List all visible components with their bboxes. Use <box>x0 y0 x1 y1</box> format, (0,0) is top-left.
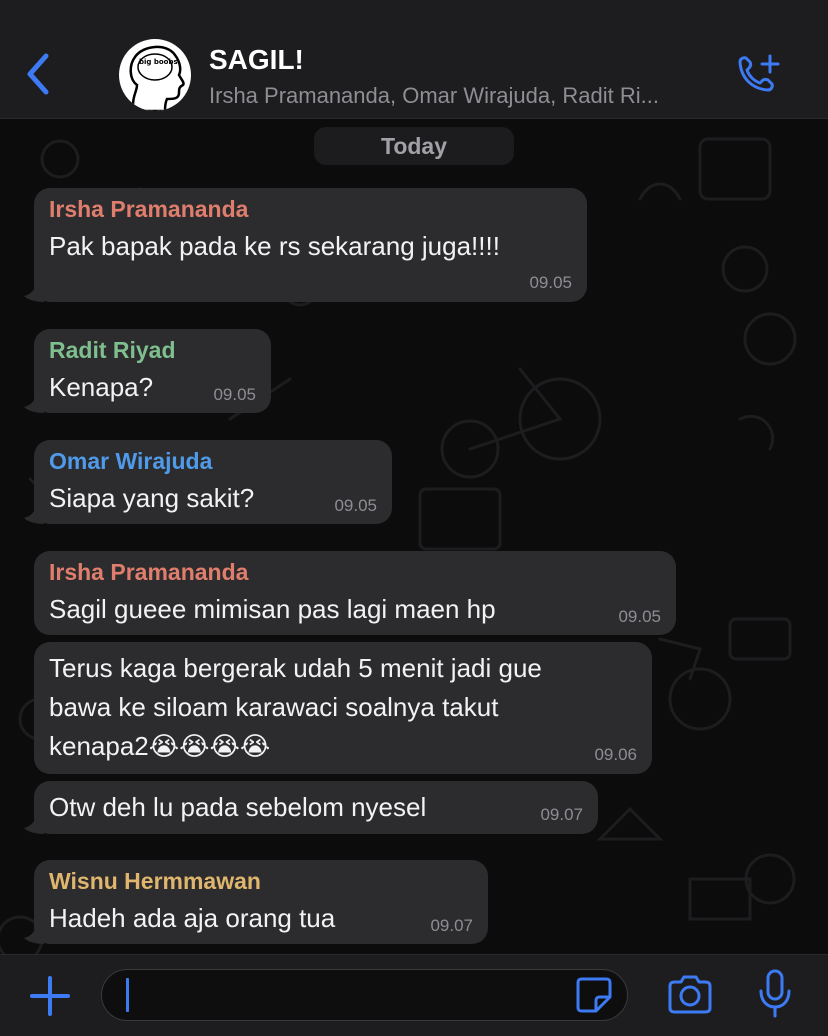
message-text: kenapa2😭😭😭😭 <box>49 731 271 761</box>
camera-icon[interactable] <box>666 974 714 1016</box>
microphone-icon[interactable] <box>757 969 793 1019</box>
message-sender: Irsha Pramananda <box>49 559 249 585</box>
message-text: bawa ke siloam karawaci soalnya takut <box>49 692 499 722</box>
message-sender: Wisnu Hermmawan <box>49 868 261 894</box>
message-text: Kenapa? <box>49 372 154 402</box>
head-silhouette-icon <box>129 45 185 111</box>
text-caret <box>126 978 129 1012</box>
sticker-icon[interactable] <box>574 975 614 1015</box>
message-bubble[interactable]: Wisnu Hermmawan Hadeh ada aja orang tua … <box>34 860 488 944</box>
message-bubble[interactable]: Omar Wirajuda Siapa yang sakit? 09.05 <box>34 440 392 524</box>
group-avatar[interactable]: big boobs <box>119 39 191 111</box>
message-text: Sagil gueee mimisan pas lagi maen hp <box>49 594 496 624</box>
bubble-tail <box>24 924 44 944</box>
message-bubble[interactable]: Terus kaga bergerak udah 5 menit jadi gu… <box>34 642 652 774</box>
message-text: Otw deh lu pada sebelom nyesel <box>49 792 427 822</box>
back-chevron-icon[interactable] <box>22 52 54 96</box>
message-time: 09.05 <box>529 273 572 292</box>
message-time: 09.07 <box>430 916 473 935</box>
date-divider: Today <box>314 127 514 165</box>
add-call-icon[interactable] <box>734 52 782 96</box>
message-time: 09.05 <box>618 607 661 626</box>
message-time: 09.07 <box>540 805 583 824</box>
message-text: Pak bapak pada ke rs sekarang juga!!!! <box>49 231 500 261</box>
message-time: 09.06 <box>594 745 637 764</box>
message-input[interactable] <box>101 969 628 1021</box>
message-time: 09.05 <box>334 496 377 515</box>
bubble-tail <box>24 814 44 834</box>
message-time: 09.05 <box>213 385 256 404</box>
message-bubble[interactable]: Otw deh lu pada sebelom nyesel 09.07 <box>34 781 598 834</box>
bubble-tail <box>24 393 44 413</box>
bubble-tail <box>24 504 44 524</box>
avatar-caption: big boobs <box>139 58 178 66</box>
message-sender: Irsha Pramananda <box>49 196 249 222</box>
plus-icon[interactable] <box>28 974 72 1018</box>
message-sender: Omar Wirajuda <box>49 448 213 474</box>
group-members[interactable]: Irsha Pramananda, Omar Wirajuda, Radit R… <box>209 83 719 109</box>
bubble-tail <box>24 282 44 302</box>
message-sender: Radit Riyad <box>49 337 176 363</box>
message-bubble[interactable]: Irsha Pramananda Pak bapak pada ke rs se… <box>34 188 587 302</box>
message-text: Siapa yang sakit? <box>49 483 255 513</box>
message-bubble[interactable]: Irsha Pramananda Sagil gueee mimisan pas… <box>34 551 676 635</box>
message-text: Terus kaga bergerak udah 5 menit jadi gu… <box>49 653 542 683</box>
message-text: Hadeh ada aja orang tua <box>49 903 336 933</box>
message-bubble[interactable]: Radit Riyad Kenapa? 09.05 <box>34 329 271 413</box>
group-title[interactable]: SAGIL! <box>209 44 304 76</box>
